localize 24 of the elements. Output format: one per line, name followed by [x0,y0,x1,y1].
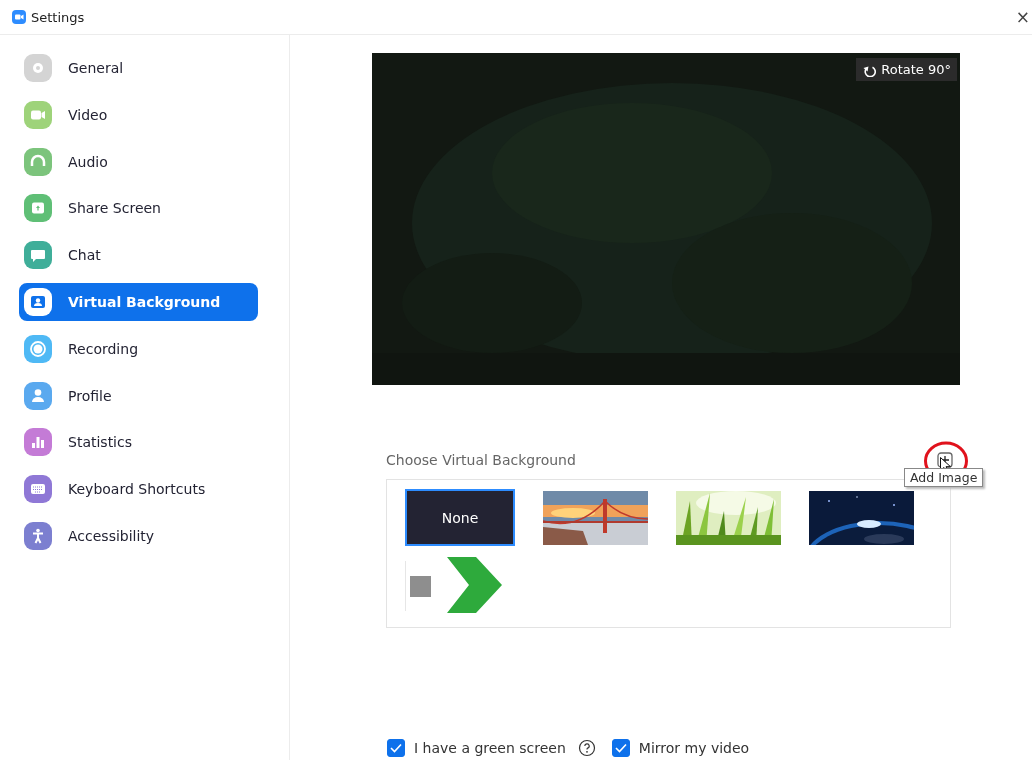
sidebar-item[interactable]: Keyboard Shortcuts [19,470,258,509]
sidebar-item[interactable]: Chat [19,236,258,275]
close-button[interactable]: × [1013,8,1032,26]
person-card-icon [24,288,52,316]
window-title: Settings [31,9,85,25]
option-label: I have a green screen [414,740,566,756]
option-label: Mirror my video [638,740,750,756]
checkbox[interactable] [387,739,405,757]
rotate-button[interactable]: Rotate 90° [856,58,957,81]
sidebar-item[interactable]: Accessibility [19,516,258,555]
none-thumbnail[interactable]: None [405,489,515,546]
sidebar-item[interactable]: Video [19,95,258,134]
sidebar-item[interactable]: Profile [19,376,258,415]
sidebar-item[interactable]: Audio [19,142,258,181]
sidebar-item[interactable]: Statistics [19,423,258,462]
section-label: Choose Virtual Background [386,452,576,468]
tooltip: Add Image [904,468,984,487]
sidebar-item[interactable]: Recording [19,329,258,368]
checkbox[interactable] [611,739,630,757]
help-icon[interactable] [577,739,596,757]
sidebar-item[interactable]: Share Screen [19,189,258,228]
app-icon [12,10,26,24]
sidebar-item[interactable]: Virtual Background [19,283,258,321]
sidebar-item[interactable]: General [19,49,258,87]
